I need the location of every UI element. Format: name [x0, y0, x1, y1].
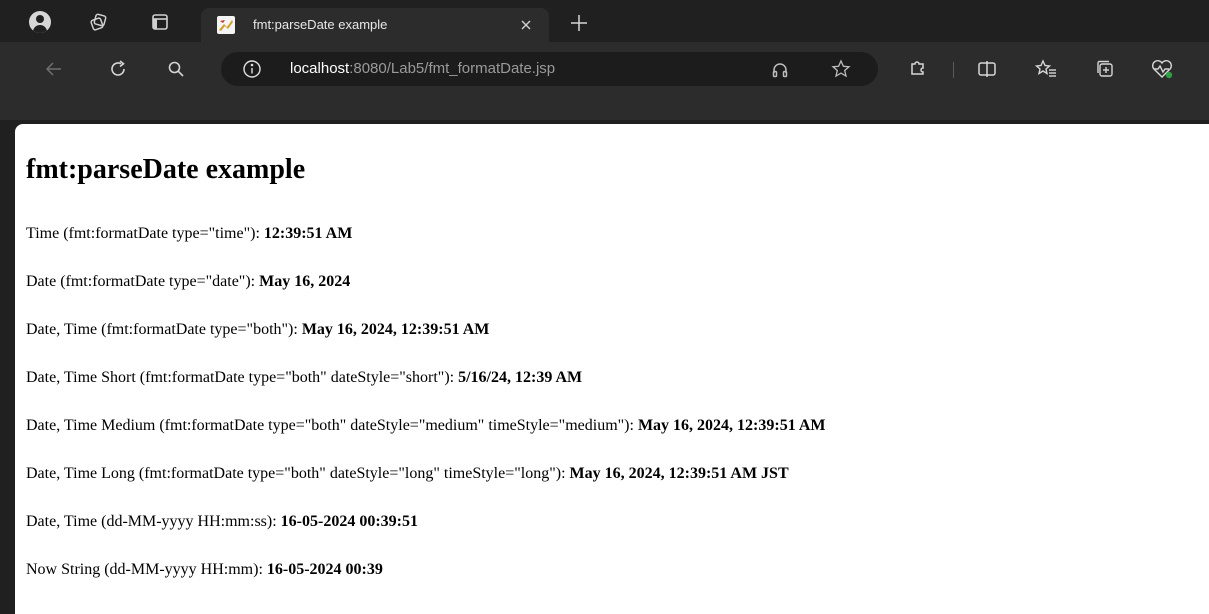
extensions-icon[interactable] [903, 54, 933, 84]
line-value: 16-05-2024 00:39 [266, 561, 383, 578]
browser-toolbar: localhost:8080/Lab5/fmt_formatDate.jsp [0, 42, 1209, 120]
date-time-short-line: Date, Time Short (fmt:formatDate type="b… [26, 369, 582, 387]
tab-strip: fmt:parseDate example [0, 0, 1209, 42]
page-viewport: fmt:parseDate example Time (fmt:formatDa… [15, 124, 1209, 614]
line-label: Date, Time (fmt:formatDate type="both"): [26, 321, 302, 338]
profile-icon[interactable] [26, 8, 54, 36]
line-value: May 16, 2024, 12:39:51 AM JST [569, 465, 789, 482]
time-line: Time (fmt:formatDate type="time"): 12:39… [26, 225, 352, 243]
new-tab-button[interactable] [565, 9, 593, 37]
url-host: localhost [290, 60, 350, 77]
search-icon[interactable] [161, 54, 191, 84]
favorites-icon[interactable] [1031, 54, 1061, 84]
star-icon[interactable] [829, 57, 853, 81]
back-arrow-icon[interactable] [39, 54, 69, 84]
browser-essentials-icon[interactable] [1147, 54, 1177, 84]
tab-title: fmt:parseDate example [253, 17, 388, 32]
line-value: May 16, 2024, 12:39:51 AM [301, 321, 490, 338]
split-screen-icon[interactable] [972, 54, 1002, 84]
date-time-medium-line: Date, Time Medium (fmt:formatDate type="… [26, 417, 825, 435]
line-label: Date, Time Long (fmt:formatDate type="bo… [26, 465, 570, 482]
line-value: 16-05-2024 00:39:51 [280, 513, 418, 530]
line-label: Date (fmt:formatDate type="date"): [26, 273, 260, 290]
now-string-line: Now String (dd-MM-yyyy HH:mm): 16-05-202… [26, 561, 383, 579]
collections-icon[interactable] [1090, 54, 1120, 84]
line-label: Now String (dd-MM-yyyy HH:mm): [26, 561, 267, 578]
page-heading: fmt:parseDate example [26, 154, 306, 185]
line-value: 12:39:51 AM [263, 225, 353, 242]
line-value: May 16, 2024, 12:39:51 AM [637, 417, 826, 434]
refresh-icon[interactable] [103, 54, 133, 84]
line-label: Date, Time Short (fmt:formatDate type="b… [26, 369, 459, 386]
line-value: 5/16/24, 12:39 AM [458, 369, 583, 386]
date-time-line: Date, Time (fmt:formatDate type="both"):… [26, 321, 489, 339]
read-aloud-icon[interactable] [768, 58, 792, 82]
date-line: Date (fmt:formatDate type="date"): May 1… [26, 273, 350, 291]
line-label: Date, Time Medium (fmt:formatDate type="… [26, 417, 638, 434]
url-path: :8080/Lab5/fmt_formatDate.jsp [349, 60, 556, 77]
site-info-icon[interactable] [241, 58, 263, 80]
tomcat-favicon-icon [217, 16, 235, 34]
line-label: Date, Time (dd-MM-yyyy HH:mm:ss): [26, 513, 281, 530]
toolbar-divider [953, 62, 954, 78]
close-tab-icon[interactable] [515, 14, 537, 36]
active-tab[interactable]: fmt:parseDate example [201, 8, 549, 42]
tab-actions-icon[interactable] [146, 8, 174, 36]
address-bar[interactable]: localhost:8080/Lab5/fmt_formatDate.jsp [221, 52, 878, 86]
workspaces-icon[interactable] [84, 8, 112, 36]
line-value: May 16, 2024 [259, 273, 351, 290]
line-label: Time (fmt:formatDate type="time"): [26, 225, 264, 242]
date-time-pattern-line: Date, Time (dd-MM-yyyy HH:mm:ss): 16-05-… [26, 513, 418, 531]
url-text[interactable]: localhost:8080/Lab5/fmt_formatDate.jsp [290, 60, 555, 77]
date-time-long-line: Date, Time Long (fmt:formatDate type="bo… [26, 465, 789, 483]
